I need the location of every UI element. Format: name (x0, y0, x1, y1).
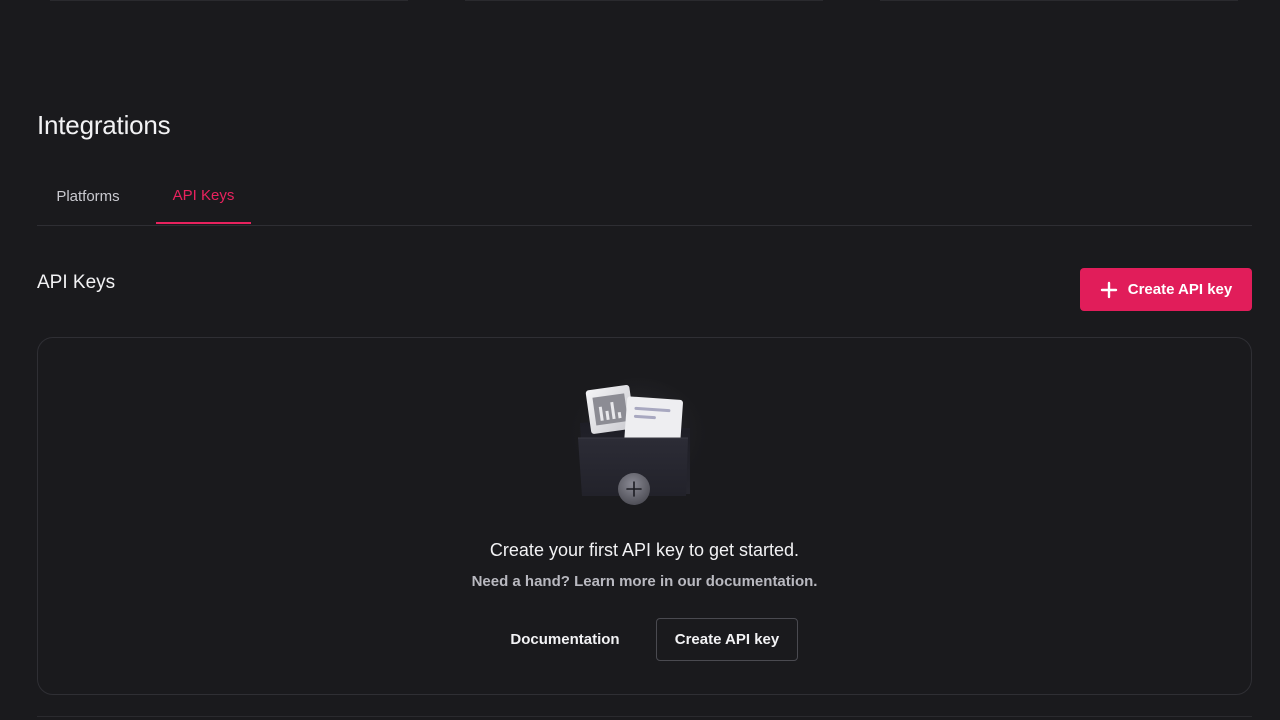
folder-documents-icon (570, 378, 706, 505)
empty-state-card: Create your first API key to get started… (37, 337, 1252, 695)
empty-state-subtext: Need a hand? Learn more in our documenta… (471, 573, 818, 590)
top-divider-right (880, 0, 1238, 1)
tab-bar: Platforms API Keys (37, 168, 1252, 226)
empty-create-api-key-button[interactable]: Create API key (656, 618, 798, 661)
documentation-button[interactable]: Documentation (498, 618, 632, 661)
empty-state-heading: Create your first API key to get started… (489, 540, 800, 560)
tab-platforms[interactable]: Platforms (37, 168, 139, 224)
top-divider-middle (465, 0, 823, 1)
top-divider-left (50, 0, 408, 1)
page-title: Integrations (37, 110, 171, 140)
bottom-divider (37, 716, 1252, 717)
tab-api-keys[interactable]: API Keys (156, 168, 251, 224)
create-api-key-button-label: Create API key (1127, 281, 1233, 298)
plus-icon (1100, 281, 1117, 298)
section-title: API Keys (37, 272, 116, 293)
create-api-key-button[interactable]: Create API key (1080, 268, 1252, 311)
